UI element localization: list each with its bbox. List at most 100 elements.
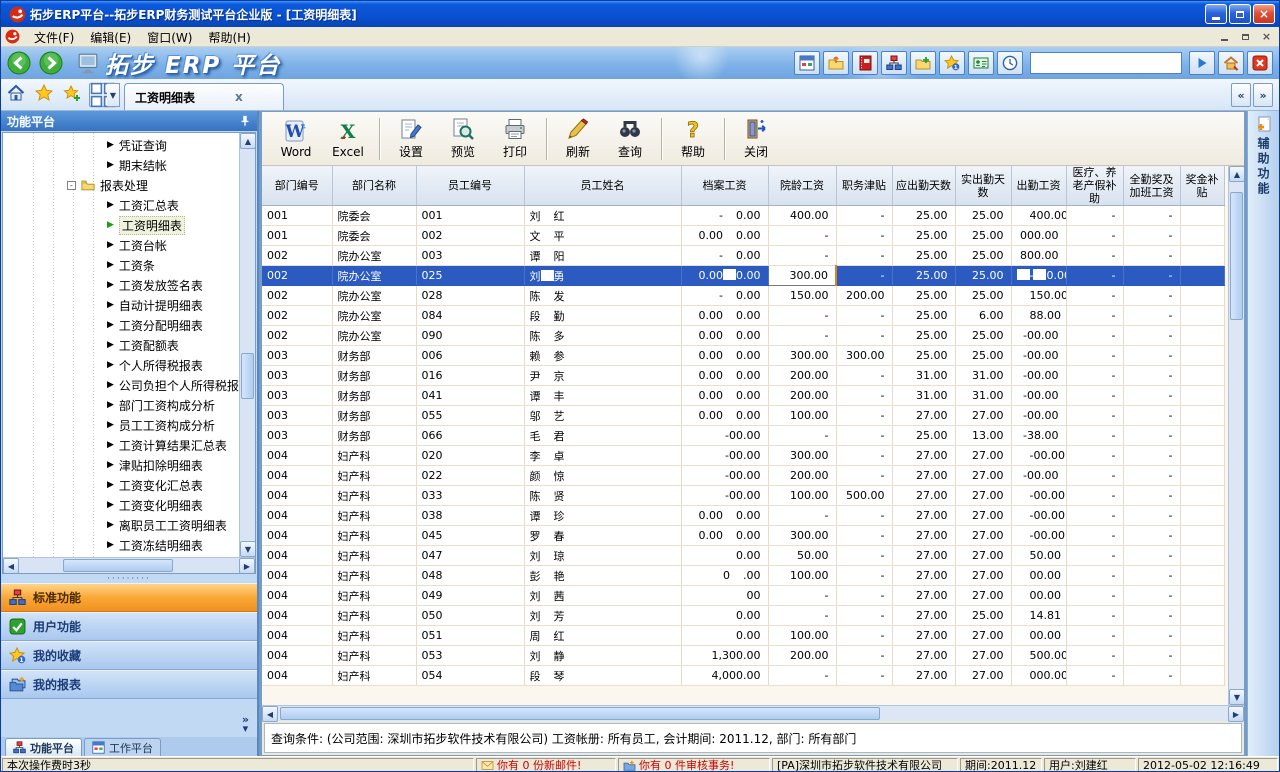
table-row[interactable]: 001院委会001刘红-0.00400.00-25.0025.00400.00-… xyxy=(262,206,1224,226)
menu-item-3[interactable]: 帮助(H) xyxy=(200,29,258,47)
table-row[interactable]: 002院办公室028陈发-0.00150.00200.0025.0025.001… xyxy=(262,286,1224,306)
tab-close-icon[interactable]: x xyxy=(235,90,243,104)
exit-icon[interactable] xyxy=(1247,51,1273,75)
table-row[interactable]: 004妇产科053刘静1,300.00200.00-27.0027.00500.… xyxy=(262,646,1224,666)
folder-open-icon[interactable] xyxy=(823,51,849,75)
pin-icon[interactable] xyxy=(239,115,251,127)
tree-item-20[interactable]: ▶工资冻结明细表 xyxy=(3,535,255,555)
帮助-button[interactable]: ?帮助 xyxy=(667,115,719,163)
tree-horizontal-scrollbar[interactable]: ◀ ▶ xyxy=(3,557,255,573)
status-audit[interactable]: 你有 0 件审核事务! xyxy=(618,758,770,772)
tree-item-13[interactable]: ▶部门工资构成分析 xyxy=(3,395,255,415)
menu-item-1[interactable]: 编辑(E) xyxy=(82,29,139,47)
collapse-right-button[interactable]: » xyxy=(1253,83,1273,107)
mdi-restore-button[interactable] xyxy=(1237,29,1254,44)
orgchart-icon[interactable] xyxy=(881,51,907,75)
idcard-icon[interactable] xyxy=(968,51,994,75)
tree-item-14[interactable]: ▶员工工资构成分析 xyxy=(3,415,255,435)
table-row[interactable]: 004妇产科038谭珍0.000.00--27.0027.00-00.00-- xyxy=(262,506,1224,526)
table-row[interactable]: 004妇产科047刘琼0.0050.00-27.0027.0050.00-- xyxy=(262,546,1224,566)
table-row[interactable]: 004妇产科022颜惊-00.00200.00-27.0027.00-00.00… xyxy=(262,466,1224,486)
forward-icon[interactable] xyxy=(39,51,63,75)
tree-item-9[interactable]: ▶工资分配明细表 xyxy=(3,315,255,335)
tree-item-4[interactable]: ▶工资明细表 xyxy=(3,215,255,235)
table-row[interactable]: 003财务部041谭丰0.000.00200.00-31.0031.00-00.… xyxy=(262,386,1224,406)
tree-item-5[interactable]: ▶工资台帐 xyxy=(3,235,255,255)
mdi-close-button[interactable]: × xyxy=(1258,29,1275,44)
star-badge-icon[interactable]: 1 xyxy=(939,51,965,75)
sidebar-section-1[interactable]: 用户功能 xyxy=(1,612,257,641)
mdi-minimize-button[interactable] xyxy=(1216,29,1233,44)
table-row[interactable]: 001院委会002文平0.000.00--25.0025.00000.00-- xyxy=(262,226,1224,246)
table-horizontal-scrollbar[interactable]: ◀ ▶ xyxy=(262,705,1244,721)
add-favorite-icon[interactable] xyxy=(63,84,81,106)
aux-panel[interactable]: 辅助功能 xyxy=(1247,111,1279,756)
table-row[interactable]: 004妇产科051周红0.00100.00-27.0027.0000.00-- xyxy=(262,626,1224,646)
tree-item-19[interactable]: ▶离职员工工资明细表 xyxy=(3,515,255,535)
查询-button[interactable]: 查询 xyxy=(604,115,656,163)
打印-button[interactable]: 打印 xyxy=(489,115,541,163)
restore-button[interactable] xyxy=(1229,4,1251,24)
关闭-button[interactable]: 关闭 xyxy=(730,115,782,163)
table-row[interactable]: 003财务部066毛君-00.00--25.0013.00-38.00-- xyxy=(262,426,1224,446)
sidebar-tab-0[interactable]: 功能平台 xyxy=(5,738,82,756)
word-button[interactable]: WWord xyxy=(270,115,322,163)
column-header[interactable]: 档案工资 xyxy=(681,166,768,206)
tree-expand-icon[interactable]: - xyxy=(67,181,76,190)
刷新-button[interactable]: 刷新 xyxy=(552,115,604,163)
table-row[interactable]: 002院办公室025刘勇0.000.00300.00-25.0025.00-0.… xyxy=(262,266,1224,286)
column-header[interactable]: 医疗、养老产假补助 xyxy=(1066,166,1123,206)
column-header[interactable]: 院龄工资 xyxy=(768,166,836,206)
column-header[interactable]: 职务津贴 xyxy=(836,166,892,206)
预览-button[interactable]: 预览 xyxy=(437,115,489,163)
column-header[interactable]: 部门编号 xyxy=(262,166,332,206)
tree-vertical-scrollbar[interactable]: ▲ ▼ xyxy=(239,133,255,557)
column-header[interactable]: 部门名称 xyxy=(332,166,416,206)
tree-item-15[interactable]: ▶工资计算结果汇总表 xyxy=(3,435,255,455)
tree-item-3[interactable]: ▶工资汇总表 xyxy=(3,195,255,215)
favorites-star-icon[interactable] xyxy=(35,84,53,106)
table-row[interactable]: 002院办公室003谭阳-0.00--25.0025.00800.00-- xyxy=(262,246,1224,266)
table-vertical-scrollbar[interactable]: ▲ ▼ xyxy=(1228,166,1244,705)
column-header[interactable]: 出勤工资 xyxy=(1011,166,1066,206)
splitter-handle[interactable]: ········· xyxy=(1,575,257,583)
column-header[interactable]: 奖金补贴 xyxy=(1180,166,1224,206)
inline-editor-cell[interactable]: 300.00 xyxy=(768,266,836,286)
go-icon[interactable] xyxy=(1189,51,1215,75)
back-icon[interactable] xyxy=(7,51,31,75)
tree-item-11[interactable]: ▶个人所得税报表 xyxy=(3,355,255,375)
tree-item-17[interactable]: ▶工资变化汇总表 xyxy=(3,475,255,495)
folder-add-icon[interactable] xyxy=(910,51,936,75)
close-button[interactable]: × xyxy=(1253,4,1275,24)
column-header[interactable]: 全勤奖及加班工资 xyxy=(1123,166,1180,206)
table-row[interactable]: 002院办公室084段勤0.000.00--25.006.0088.00-- xyxy=(262,306,1224,326)
menu-item-0[interactable]: 文件(F) xyxy=(26,29,82,47)
tree-item-8[interactable]: ▶自动计提明细表 xyxy=(3,295,255,315)
table-row[interactable]: 004妇产科054段琴4,000.00--27.0027.00000.00-- xyxy=(262,666,1224,686)
table-row[interactable]: 002院办公室090陈多0.000.00--25.0025.00-00.00-- xyxy=(262,326,1224,346)
tree-item-18[interactable]: ▶工资变化明细表 xyxy=(3,495,255,515)
minimize-button[interactable] xyxy=(1205,4,1227,24)
tab-salary-detail[interactable]: 工资明细表 x xyxy=(124,83,284,110)
sidebar-tab-1[interactable]: 工作平台 xyxy=(84,738,161,756)
column-header[interactable]: 实出勤天数 xyxy=(955,166,1011,206)
table-row[interactable]: 004妇产科049刘茜00--27.0027.0000.00-- xyxy=(262,586,1224,606)
table-row[interactable]: 003财务部006赖参0.000.00300.00300.0025.0025.0… xyxy=(262,346,1224,366)
tree-item-7[interactable]: ▶工资发放签名表 xyxy=(3,275,255,295)
sidebar-section-2[interactable]: 1我的收藏 xyxy=(1,641,257,670)
table-row[interactable]: 004妇产科033陈贤-00.00100.00500.0027.0027.00-… xyxy=(262,486,1224,506)
sidebar-section-3[interactable]: 我的报表 xyxy=(1,670,257,699)
table-row[interactable]: 004妇产科045罗春0.000.00300.00-27.0027.00-00.… xyxy=(262,526,1224,546)
menu-item-2[interactable]: 窗口(W) xyxy=(139,29,200,47)
home-return-icon[interactable] xyxy=(1218,51,1244,75)
tree-item-1[interactable]: ▶期末结帐 xyxy=(3,155,255,175)
collapse-left-button[interactable]: « xyxy=(1231,83,1251,107)
tree-item-6[interactable]: ▶工资条 xyxy=(3,255,255,275)
tree-item-2[interactable]: -报表处理 xyxy=(3,175,255,195)
clock-icon[interactable] xyxy=(997,51,1023,75)
sidebar-section-0[interactable]: 标准功能 xyxy=(1,583,257,612)
设置-button[interactable]: 设置 xyxy=(385,115,437,163)
chevron-down-icon[interactable]: ▼ xyxy=(107,83,120,107)
table-row[interactable]: 004妇产科048彭艳0.00100.00-27.0027.0000.00-- xyxy=(262,566,1224,586)
layout-icon[interactable] xyxy=(794,51,820,75)
